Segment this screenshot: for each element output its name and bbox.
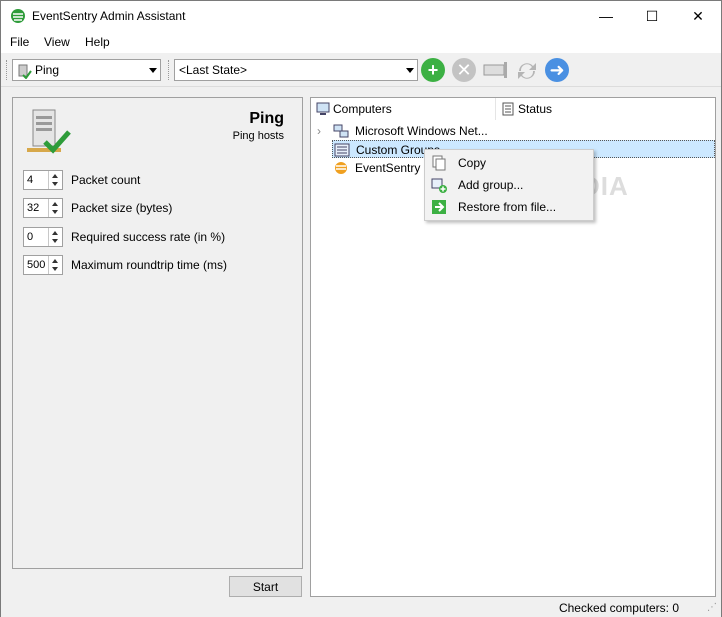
add-icon[interactable]: +	[421, 58, 445, 82]
stepper-up-icon[interactable]	[52, 259, 58, 263]
list-icon	[502, 102, 514, 116]
roundtrip-value: 500	[27, 259, 46, 271]
chevron-down-icon	[406, 68, 414, 73]
stepper-up-icon[interactable]	[52, 231, 58, 235]
stepper-buttons[interactable]	[48, 199, 62, 217]
roundtrip-label: Maximum roundtrip time (ms)	[71, 258, 228, 272]
column-status-label: Status	[518, 102, 553, 116]
window-title: EventSentry Admin Assistant	[32, 9, 186, 23]
menu-help[interactable]: Help	[85, 35, 110, 49]
state-combo-value: <Last State>	[179, 63, 248, 77]
stepper-down-icon[interactable]	[52, 239, 58, 243]
column-status[interactable]: Status	[497, 98, 715, 120]
stepper-down-icon[interactable]	[52, 210, 58, 214]
context-menu-add-group[interactable]: Add group...	[425, 174, 593, 196]
menu-bar: File View Help	[1, 31, 721, 53]
server-ping-icon	[27, 109, 71, 154]
maximize-button[interactable]: ☐	[629, 1, 675, 31]
resize-grip-icon[interactable]: ⋰	[707, 602, 717, 613]
success-rate-value: 0	[27, 231, 34, 243]
panel-title: Ping	[249, 110, 284, 127]
column-computers-label: Computers	[333, 102, 392, 116]
action-combo-value: Ping	[35, 63, 60, 77]
stepper-down-icon[interactable]	[52, 267, 58, 271]
action-combo[interactable]: Ping	[12, 59, 161, 81]
packet-size-label: Packet size (bytes)	[71, 201, 173, 215]
forward-icon[interactable]: ➜	[545, 58, 569, 82]
chevron-right-icon[interactable]: ›	[317, 124, 321, 138]
title-bar: EventSentry Admin Assistant — ☐ ✕	[1, 1, 721, 31]
tree-item-label: EventSentry (	[355, 161, 428, 175]
context-menu-label: Restore from file...	[458, 200, 557, 214]
server-check-icon	[18, 64, 32, 79]
copy-icon	[432, 155, 446, 171]
eventsentry-icon	[335, 162, 347, 174]
settings-panel: Ping Ping hosts 4 Packet count 32 Packet…	[12, 97, 303, 569]
column-computers[interactable]: Computers	[311, 98, 496, 120]
packet-count-value: 4	[27, 174, 34, 186]
minimize-button[interactable]: —	[583, 1, 629, 31]
state-combo[interactable]: <Last State>	[174, 59, 418, 81]
config-icon[interactable]	[483, 60, 509, 80]
stepper-up-icon[interactable]	[52, 202, 58, 206]
remove-icon[interactable]: ✕	[452, 58, 476, 82]
close-button[interactable]: ✕	[675, 1, 721, 31]
tree-item-label: Microsoft Windows Net...	[355, 124, 488, 138]
stepper-buttons[interactable]	[48, 256, 62, 274]
menu-view[interactable]: View	[44, 35, 70, 49]
menu-file[interactable]: File	[10, 35, 29, 49]
toolbar-grip[interactable]	[6, 60, 9, 80]
restore-file-icon	[432, 200, 446, 214]
packet-count-stepper[interactable]: 4	[23, 170, 63, 190]
context-menu-label: Add group...	[458, 178, 524, 192]
packet-size-value: 32	[27, 202, 40, 214]
stepper-down-icon[interactable]	[52, 182, 58, 186]
context-menu-copy[interactable]: Copy	[425, 152, 593, 174]
status-text: Checked computers: 0	[558, 601, 679, 615]
context-menu-label: Copy	[458, 156, 487, 170]
packet-count-label: Packet count	[71, 173, 141, 187]
stepper-up-icon[interactable]	[52, 174, 58, 178]
toolbar-grip-2[interactable]	[168, 60, 171, 80]
stepper-buttons[interactable]	[48, 228, 62, 246]
group-icon	[334, 143, 350, 157]
eventsentry-logo-icon	[11, 9, 25, 23]
stepper-buttons[interactable]	[48, 171, 62, 189]
chevron-down-icon	[149, 68, 157, 73]
start-button[interactable]: Start	[229, 576, 302, 597]
tree-item-windows-network[interactable]: › Microsoft Windows Net...	[311, 122, 715, 140]
packet-size-stepper[interactable]: 32	[23, 198, 63, 218]
roundtrip-stepper[interactable]: 500	[23, 255, 63, 275]
context-menu-restore[interactable]: Restore from file...	[425, 196, 593, 218]
refresh-icon[interactable]	[514, 58, 540, 84]
status-bar: Checked computers: 0 ⋰	[1, 598, 721, 617]
toolbar: Ping <Last State>	[1, 53, 721, 87]
success-rate-stepper[interactable]: 0	[23, 227, 63, 247]
app-window: EventSentry Admin Assistant — ☐ ✕ File V…	[0, 0, 722, 617]
monitor-icon	[316, 102, 330, 115]
network-icon	[333, 124, 349, 138]
success-rate-label: Required success rate (in %)	[71, 230, 226, 244]
context-menu: Copy Add group... Restore from file...	[424, 149, 594, 221]
panel-subtitle: Ping hosts	[232, 130, 284, 142]
add-group-icon	[431, 178, 447, 193]
